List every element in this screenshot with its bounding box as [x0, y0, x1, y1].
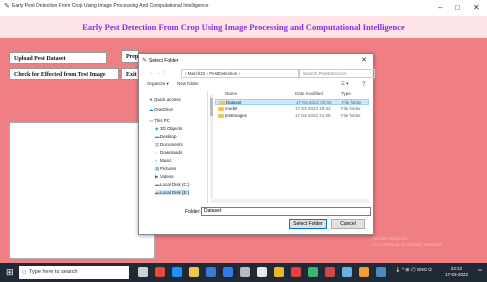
view-options-icon[interactable]: ☰ ▾: [341, 81, 349, 87]
exit-button[interactable]: Exit: [121, 68, 139, 80]
app-icon-1[interactable]: [155, 267, 165, 277]
windows-start-icon[interactable]: ⊞: [6, 268, 14, 277]
file-type: File folder: [341, 106, 361, 111]
app-icon-2[interactable]: [291, 267, 301, 277]
nav-item-label: Local Disk (C:): [160, 182, 190, 187]
nav-item-videos[interactable]: ▶ Videos: [155, 174, 174, 180]
nav-item-quick-access[interactable]: ★Quick access: [149, 97, 181, 103]
nav-item-onedrive[interactable]: ☁OneDrive: [149, 107, 173, 113]
nav-item-local-disk-e[interactable]: ▬Local Disk (E:): [155, 190, 190, 195]
new-folder-button[interactable]: New folder: [177, 81, 199, 86]
file-name: model: [225, 106, 238, 111]
taskbar: ⊞ ○ Type here to search 🌡 ^ ⊞ ☁ ENG ⏻ 22…: [0, 263, 487, 282]
cancel-button[interactable]: Cancel: [331, 219, 365, 229]
nav-item-label: This PC: [154, 118, 171, 123]
store-icon[interactable]: [206, 267, 216, 277]
taskbar-search-box[interactable]: ○ Type here to search: [19, 266, 129, 279]
nav-item-label: Music: [160, 158, 172, 163]
search-icon: ○: [22, 269, 27, 276]
nav-item-local-disk-c[interactable]: ▬Local Disk (C:): [155, 182, 190, 187]
file-date: 17-03-2022 19:43: [295, 106, 331, 111]
nav-item-label: 3D Objects: [160, 126, 183, 131]
nav-item-pictures[interactable]: ▦Pictures: [155, 166, 176, 172]
dialog-toolbar: Organize ▾ New folder ☰ ▾ ❓: [145, 81, 369, 89]
mail-icon[interactable]: [223, 267, 233, 277]
file-type: File folder: [342, 100, 362, 105]
nav-item-label: Quick access: [154, 97, 181, 102]
nav-item-this-pc[interactable]: ▭This PC: [149, 118, 170, 124]
app-feather-icon: ✎: [4, 3, 10, 10]
nav-item-documents[interactable]: ▤Documents: [155, 142, 183, 148]
column-date-modified[interactable]: Date modified: [295, 91, 323, 96]
back-forward-up-icons[interactable]: ← → ↑: [149, 70, 164, 76]
nav-item-label: Pictures: [160, 166, 177, 171]
file-list-header: Name Date modified Type: [215, 91, 369, 98]
nav-item-music[interactable]: ♪ Music: [155, 158, 172, 163]
file-date: 17-03-2022 21:06: [295, 113, 331, 118]
app-icon-4[interactable]: [325, 267, 335, 277]
file-row-model[interactable]: model 17-03-2022 19:43 File folder: [215, 106, 369, 112]
nav-item-label: Desktop: [160, 134, 177, 139]
help-icon[interactable]: ❓: [361, 81, 367, 87]
check-test-image-button[interactable]: Check for Effected from Test Image: [9, 68, 119, 80]
notification-icon[interactable]: ▭: [478, 267, 482, 273]
file-name: testImages: [225, 113, 248, 118]
navigation-pane: ★Quick access ☁OneDrive ▭This PC ◆ 3D Obj…: [143, 91, 205, 201]
nav-item-label: Local Disk (E:): [160, 190, 190, 195]
dialog-title: Select Folder: [149, 58, 179, 64]
preprocess-button[interactable]: Prep: [121, 50, 139, 63]
explorer-icon[interactable]: [189, 267, 199, 277]
nav-item-label: Documents: [160, 142, 183, 147]
maximize-button[interactable]: □: [455, 2, 460, 14]
chrome-icon[interactable]: [274, 267, 284, 277]
nav-item-label: Downloads: [160, 150, 183, 155]
taskbar-clock[interactable]: 22:22 17-03-2022: [445, 266, 468, 278]
activate-windows-watermark: Activate Windows Go to Settings to activ…: [372, 236, 443, 248]
path-field[interactable]: › March22 › PestDetection ›: [181, 69, 299, 78]
app-window-title: Early Pest Detection From Crop Using Ima…: [12, 3, 209, 9]
watermark-line-2: Go to Settings to activate Windows.: [372, 242, 444, 247]
clock-date: 17-03-2022: [445, 272, 469, 277]
settings-icon[interactable]: [240, 267, 250, 277]
app-icon-3[interactable]: [308, 267, 318, 277]
nav-scroll-thumb[interactable]: [210, 98, 213, 116]
dialog-feather-icon: ✎: [142, 58, 148, 64]
search-input[interactable]: Search PestDetection: [299, 69, 375, 78]
nav-item-label: Videos: [160, 174, 174, 179]
office-icon[interactable]: [257, 267, 267, 277]
app-icon-6[interactable]: [359, 267, 369, 277]
nav-item-label: OneDrive: [154, 107, 174, 112]
nav-item-3d-objects[interactable]: ◆ 3D Objects: [155, 126, 182, 132]
system-tray[interactable]: 🌡 ^ ⊞ ☁ ENG ⏻: [395, 267, 432, 273]
organize-menu[interactable]: Organize ▾: [147, 81, 169, 87]
folder-label: Folder:: [185, 209, 201, 215]
address-bar: ← → ↑ › March22 › PestDetection › Search…: [147, 69, 375, 79]
file-type: File folder: [341, 113, 361, 118]
minimize-button[interactable]: –: [438, 2, 442, 14]
file-date: 17-03-2022 20:03: [296, 100, 332, 105]
horizontal-scrollbar[interactable]: [211, 199, 369, 203]
app-title-bar: ✎ Early Pest Detection From Crop Using I…: [0, 0, 487, 17]
app-heading: Early Pest Detection From Crop Using Ima…: [82, 22, 405, 32]
nav-item-desktop[interactable]: ▬Desktop: [155, 134, 177, 139]
edge-icon[interactable]: [172, 267, 182, 277]
file-row-dataset[interactable]: Dataset 17-03-2022 20:03 File folder: [215, 99, 369, 105]
upload-dataset-button[interactable]: Upload Pest Dataset: [9, 52, 107, 64]
select-folder-button[interactable]: Select Folder: [289, 219, 327, 229]
python-icon[interactable]: [376, 267, 386, 277]
nav-item-downloads[interactable]: ↓ Downloads: [155, 150, 182, 155]
column-type[interactable]: Type: [341, 91, 351, 96]
app-icon-5[interactable]: [342, 267, 352, 277]
close-button[interactable]: ✕: [473, 2, 480, 14]
file-row-testimages[interactable]: testImages 17-03-2022 21:06 File folder: [215, 113, 369, 119]
dialog-close-icon[interactable]: ✕: [361, 56, 367, 64]
file-name: Dataset: [226, 100, 242, 105]
select-folder-dialog: ✎ Select Folder ✕ ← → ↑ › March22 › Pest…: [138, 53, 375, 235]
taskbar-search-placeholder: Type here to search: [29, 269, 78, 275]
output-text-area[interactable]: [9, 122, 155, 259]
pane-splitter[interactable]: [207, 91, 208, 203]
column-name[interactable]: Name: [225, 91, 237, 96]
folder-input[interactable]: Dataset: [201, 207, 371, 216]
task-view-icon[interactable]: [138, 267, 148, 277]
